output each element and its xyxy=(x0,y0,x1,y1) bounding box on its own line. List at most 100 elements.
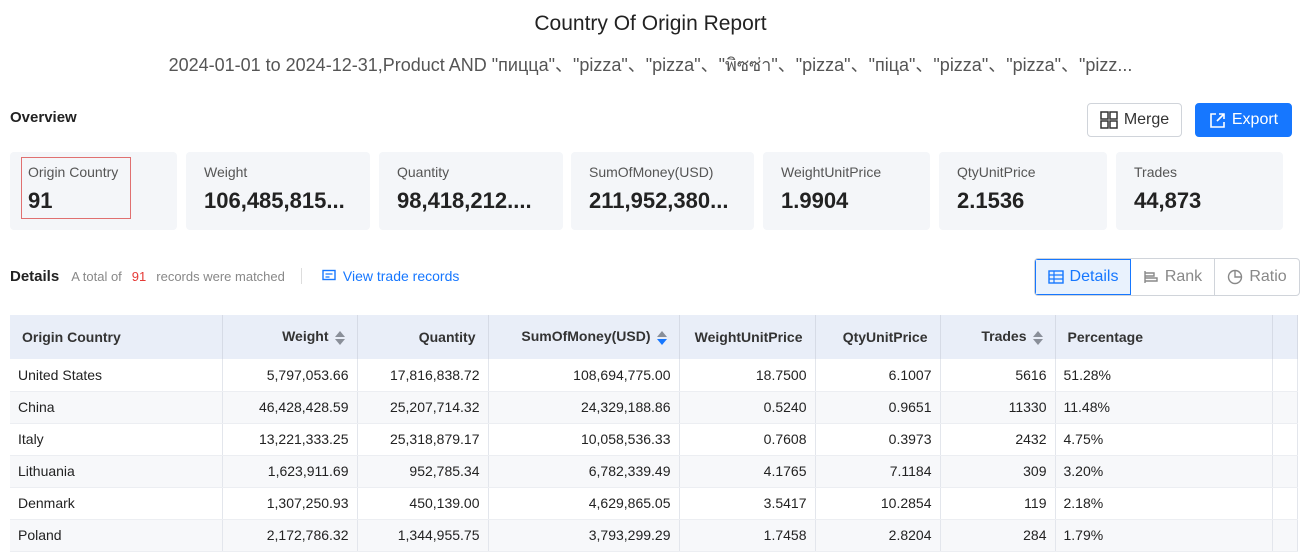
column-header-qty-unit-price[interactable]: QtyUnitPrice xyxy=(815,315,941,359)
column-header-quantity[interactable]: Quantity xyxy=(357,315,489,359)
header-label: Origin Country xyxy=(22,329,121,345)
cell-gutter xyxy=(1272,391,1298,424)
card-label: Quantity xyxy=(397,164,450,180)
card-weight[interactable]: Weight 106,485,815... xyxy=(186,152,370,230)
cell-quantity: 25,318,879.17 xyxy=(357,423,489,456)
column-header-weight[interactable]: Weight xyxy=(222,315,358,359)
header-label: QtyUnitPrice xyxy=(842,329,928,345)
cell-trades: 11330 xyxy=(940,391,1056,424)
export-button[interactable]: Export xyxy=(1195,103,1292,137)
export-label: Export xyxy=(1231,111,1279,128)
cell-weight-unit-price: 3.5417 xyxy=(679,487,816,520)
cell-trades: 5616 xyxy=(940,359,1056,392)
view-details-button[interactable]: Details xyxy=(1035,259,1131,295)
cell-qty-unit-price: 7.1184 xyxy=(815,455,941,488)
cell-weight-unit-price: 0.7608 xyxy=(679,423,816,456)
card-weight-unit-price[interactable]: WeightUnitPrice 1.9904 xyxy=(763,152,930,230)
card-label: QtyUnitPrice xyxy=(957,164,1036,180)
total-count: 91 xyxy=(131,268,147,284)
report-subtitle: 2024-01-01 to 2024-12-31,Product AND "пи… xyxy=(168,55,1133,75)
card-value: 1.9904 xyxy=(781,188,849,213)
cell-percentage: 11.48% xyxy=(1055,391,1273,424)
cell-percentage: 51.28% xyxy=(1055,359,1273,392)
cell-weight: 1,307,250.93 xyxy=(222,487,358,520)
cell-quantity: 450,139.00 xyxy=(357,487,489,520)
merge-icon xyxy=(1100,111,1118,129)
origin-country-table: Origin Country Weight Quantity SumOfMone… xyxy=(10,315,1298,552)
cell-gutter xyxy=(1272,359,1298,392)
cell-quantity: 25,207,714.32 xyxy=(357,391,489,424)
cell-sum-of-money: 4,629,865.05 xyxy=(488,487,680,520)
view-trade-records-link[interactable]: View trade records xyxy=(322,268,459,284)
cell-origin-country: Lithuania xyxy=(10,455,223,488)
cell-weight: 5,797,053.66 xyxy=(222,359,358,392)
card-label: Weight xyxy=(204,164,248,180)
header-label: Weight xyxy=(282,328,329,345)
cell-gutter xyxy=(1272,519,1298,552)
table-row[interactable]: Poland 2,172,786.32 1,344,955.75 3,793,2… xyxy=(10,519,1298,552)
export-icon xyxy=(1210,112,1225,128)
column-header-origin-country[interactable]: Origin Country xyxy=(10,315,223,359)
cell-origin-country: Italy xyxy=(10,423,223,456)
card-sum-of-money[interactable]: SumOfMoney(USD) 211,952,380... xyxy=(571,152,754,230)
merge-label: Merge xyxy=(1123,111,1170,128)
cell-quantity: 17,816,838.72 xyxy=(357,359,489,392)
cell-qty-unit-price: 2.8204 xyxy=(815,519,941,552)
cell-percentage: 2.18% xyxy=(1055,487,1273,520)
column-header-trades[interactable]: Trades xyxy=(940,315,1056,359)
details-header: Details A total of 91 records were match… xyxy=(10,266,459,286)
sort-icon[interactable] xyxy=(334,330,345,346)
cell-qty-unit-price: 6.1007 xyxy=(815,359,941,392)
cell-weight: 13,221,333.25 xyxy=(222,423,358,456)
table-row[interactable]: Denmark 1,307,250.93 450,139.00 4,629,86… xyxy=(10,487,1298,520)
table-row[interactable]: United States 5,797,053.66 17,816,838.72… xyxy=(10,359,1298,392)
cell-gutter xyxy=(1272,487,1298,520)
merge-button[interactable]: Merge xyxy=(1087,103,1182,137)
cell-weight: 2,172,786.32 xyxy=(222,519,358,552)
cell-percentage: 3.20% xyxy=(1055,455,1273,488)
cell-weight-unit-price: 4.1765 xyxy=(679,455,816,488)
cell-trades: 284 xyxy=(940,519,1056,552)
sort-icon[interactable] xyxy=(1032,330,1043,346)
cell-origin-country: Poland xyxy=(10,519,223,552)
header-label: Quantity xyxy=(418,329,476,345)
sort-desc-icon[interactable] xyxy=(656,330,667,346)
view-rank-button[interactable]: Rank xyxy=(1131,259,1215,295)
divider xyxy=(300,268,302,284)
column-header-sum-of-money[interactable]: SumOfMoney(USD) xyxy=(488,315,680,359)
card-quantity[interactable]: Quantity 98,418,212.... xyxy=(379,152,563,230)
cell-qty-unit-price: 0.3973 xyxy=(815,423,941,456)
view-details-label: Details xyxy=(1069,268,1119,285)
pie-chart-icon xyxy=(1228,269,1243,285)
cell-trades: 2432 xyxy=(940,423,1056,456)
cell-origin-country: United States xyxy=(10,359,223,392)
cell-origin-country: Denmark xyxy=(10,487,223,520)
card-value: 44,873 xyxy=(1134,188,1202,213)
column-header-weight-unit-price[interactable]: WeightUnitPrice xyxy=(679,315,816,359)
cell-trades: 309 xyxy=(940,455,1056,488)
cell-gutter xyxy=(1272,455,1298,488)
header-label: Trades xyxy=(981,328,1027,345)
table-row[interactable]: China 46,428,428.59 25,207,714.32 24,329… xyxy=(10,391,1298,424)
card-label: SumOfMoney(USD) xyxy=(589,164,714,180)
cell-sum-of-money: 10,058,536.33 xyxy=(488,423,680,456)
header-label: SumOfMoney(USD) xyxy=(521,328,651,345)
table-row[interactable]: Lithuania 1,623,911.69 952,785.34 6,782,… xyxy=(10,455,1298,488)
card-value: 211,952,380... xyxy=(589,188,729,213)
card-trades[interactable]: Trades 44,873 xyxy=(1116,152,1283,230)
view-trade-records-label: View trade records xyxy=(342,268,460,284)
cell-weight-unit-price: 1.7458 xyxy=(679,519,816,552)
cell-sum-of-money: 3,793,299.29 xyxy=(488,519,680,552)
view-ratio-button[interactable]: Ratio xyxy=(1215,259,1299,295)
cell-qty-unit-price: 10.2854 xyxy=(815,487,941,520)
table-row[interactable]: Italy 13,221,333.25 25,318,879.17 10,058… xyxy=(10,423,1298,456)
table-icon xyxy=(1047,270,1064,284)
total-suffix: records were matched xyxy=(156,268,285,284)
card-qty-unit-price[interactable]: QtyUnitPrice 2.1536 xyxy=(939,152,1107,230)
column-header-percentage[interactable]: Percentage xyxy=(1055,315,1273,359)
cell-weight: 46,428,428.59 xyxy=(222,391,358,424)
cell-sum-of-money: 108,694,775.00 xyxy=(488,359,680,392)
details-title: Details xyxy=(10,267,60,285)
view-rank-label: Rank xyxy=(1164,268,1203,285)
card-label: Trades xyxy=(1134,164,1178,180)
